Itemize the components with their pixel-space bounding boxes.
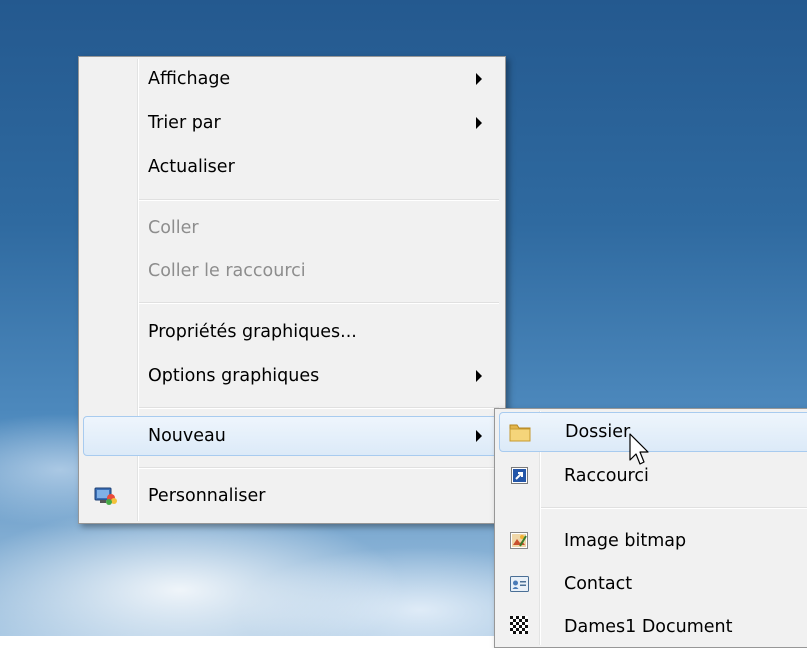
menu-item-label: Propriétés graphiques...: [148, 322, 357, 342]
menu-separator: [139, 407, 499, 409]
menu-item-coller-raccourci[interactable]: Coller le raccourci: [83, 251, 501, 291]
folder-icon: [508, 421, 532, 443]
menu-item-coller[interactable]: Coller: [83, 208, 501, 248]
checkerboard-icon: [510, 616, 528, 634]
menu-item-label: Actualiser: [148, 157, 235, 177]
submenu-arrow-icon: [476, 370, 482, 382]
menu-item-label: Nouveau: [148, 426, 226, 446]
menu-separator: [541, 507, 807, 509]
menu-item-label: Dossier: [565, 422, 631, 442]
submenu-arrow-icon: [476, 430, 482, 442]
menu-item-proprietes-graphiques[interactable]: Propriétés graphiques...: [83, 312, 501, 352]
menu-item-label: Contact: [564, 574, 633, 594]
menu-separator: [139, 302, 499, 304]
menu-item-label: Coller: [148, 218, 199, 238]
menu-item-label: Trier par: [148, 113, 221, 133]
menu-item-actualiser[interactable]: Actualiser: [83, 147, 501, 187]
menu-item-label: Personnaliser: [148, 486, 266, 506]
bitmap-icon: [510, 532, 528, 549]
menu-item-nouveau[interactable]: Nouveau: [83, 416, 501, 456]
personalize-icon: [94, 486, 118, 506]
desktop-context-menu: Affichage Trier par Actualiser Coller Co…: [78, 56, 506, 524]
menu-separator: [139, 199, 499, 201]
submenu-arrow-icon: [476, 117, 482, 129]
shortcut-icon: [511, 467, 528, 484]
menu-item-label: Image bitmap: [564, 531, 687, 551]
menu-item-label: Coller le raccourci: [148, 261, 306, 281]
submenu-item-contact[interactable]: Contact: [499, 564, 807, 604]
menu-item-trier-par[interactable]: Trier par: [83, 103, 501, 143]
menu-item-label: Dames1 Document: [564, 617, 733, 637]
menu-item-label: Options graphiques: [148, 366, 320, 386]
menu-item-options-graphiques[interactable]: Options graphiques: [83, 356, 501, 396]
submenu-item-dames1-document[interactable]: Dames1 Document: [499, 607, 807, 647]
contact-icon: [510, 576, 529, 592]
submenu-item-image-bitmap[interactable]: Image bitmap: [499, 521, 807, 561]
menu-item-label: Affichage: [148, 69, 231, 89]
menu-item-affichage[interactable]: Affichage: [83, 59, 501, 99]
mouse-cursor-icon: [629, 433, 657, 473]
submenu-arrow-icon: [476, 73, 482, 85]
menu-item-personnaliser[interactable]: Personnaliser: [83, 476, 501, 516]
menu-separator: [139, 467, 499, 469]
